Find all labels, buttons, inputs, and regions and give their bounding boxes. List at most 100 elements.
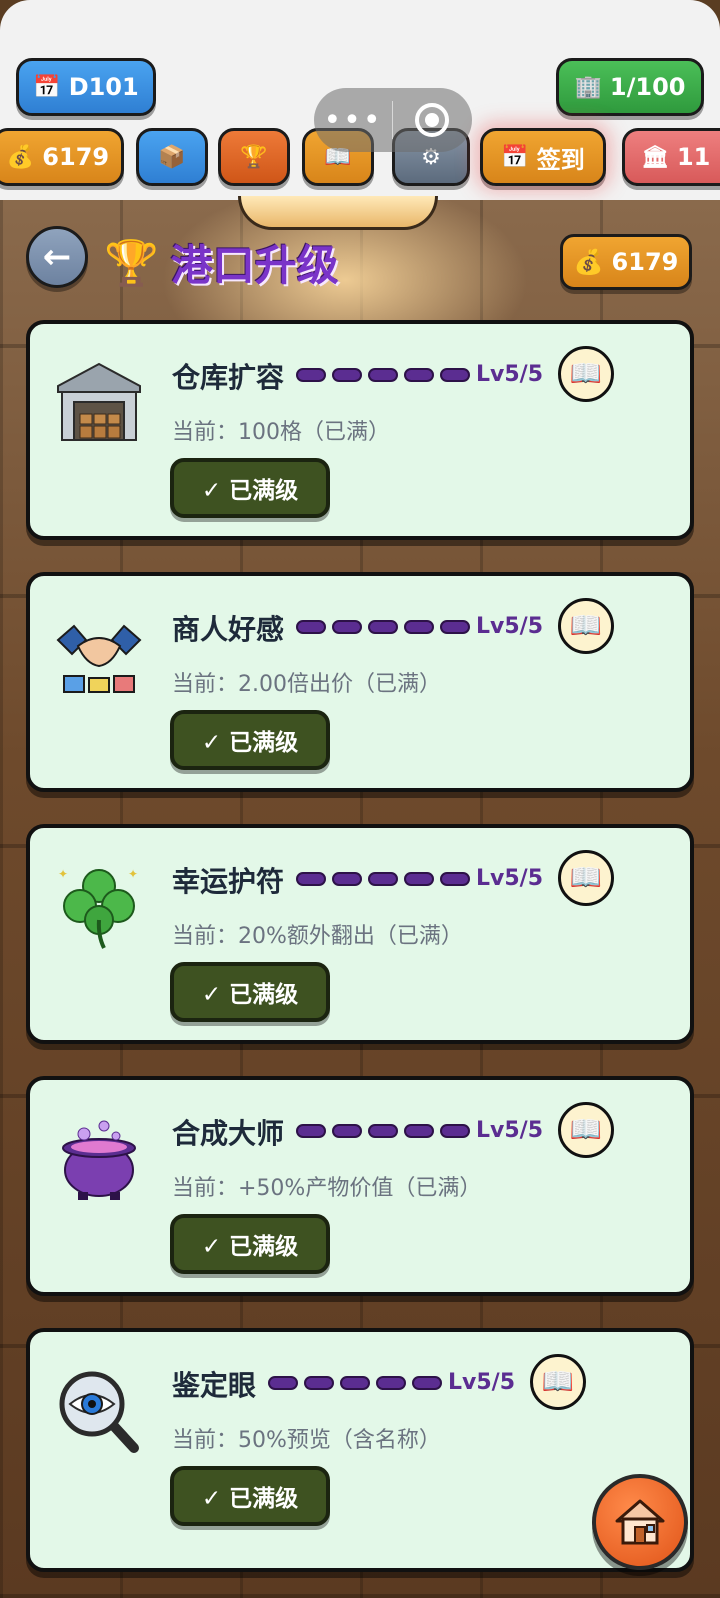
ceiling-lamp bbox=[238, 196, 438, 230]
level-pip bbox=[304, 1376, 334, 1390]
level-label: Lv5/5 bbox=[476, 614, 544, 639]
level-pip bbox=[296, 1124, 326, 1138]
warehouse-small-icon: 🏢 bbox=[574, 74, 602, 100]
upgrade-card-merchant: 商人好感 Lv5/5 📖 当前：2.00倍出价（已满） ✓ 已满级 bbox=[26, 572, 694, 792]
level-pip bbox=[440, 872, 470, 886]
level-pips bbox=[296, 1124, 470, 1138]
bank-label: 11 bbox=[676, 143, 711, 171]
level-pip bbox=[296, 368, 326, 382]
warehouse-icon bbox=[57, 362, 141, 441]
arrow-left-icon: ← bbox=[42, 237, 72, 277]
level-pip bbox=[340, 1376, 370, 1390]
max-level-button[interactable]: ✓ 已满级 bbox=[170, 1214, 330, 1274]
card-name: 鉴定眼 bbox=[172, 1369, 257, 1402]
checkin-button[interactable]: 📅 签到 bbox=[480, 128, 606, 186]
level-pips bbox=[296, 620, 470, 634]
level-pips bbox=[296, 368, 470, 382]
cauldron-icon bbox=[62, 1120, 136, 1200]
info-button[interactable]: 📖 bbox=[558, 1102, 614, 1158]
page-title: 港口升级 bbox=[170, 241, 339, 290]
inventory-button[interactable]: 📦 bbox=[136, 128, 208, 186]
card-description: 当前：+50%产物价值（已满） bbox=[172, 1176, 482, 1201]
info-button[interactable]: 📖 bbox=[558, 346, 614, 402]
book-icon: 📖 bbox=[569, 1115, 603, 1145]
card-description: 当前：100格（已满） bbox=[172, 420, 390, 445]
top-hud: 📅 D101 🏢 1/100 💰 6179 📦 🏆 📖 ⚙ 📅 签到 🏛 11 … bbox=[0, 0, 720, 200]
house-icon bbox=[615, 1499, 665, 1545]
day-counter: 📅 D101 bbox=[16, 58, 156, 116]
svg-text:✦: ✦ bbox=[58, 867, 68, 881]
level-pip bbox=[412, 1376, 442, 1390]
svg-text:✦: ✦ bbox=[128, 867, 138, 881]
upgrade-card-crafting: 合成大师 Lv5/5 📖 当前：+50%产物价值（已满） ✓ 已满级 bbox=[26, 1076, 694, 1296]
level-pip bbox=[404, 620, 434, 634]
upgrade-card-luck: ✦ ✦ 幸运护符 Lv5/5 📖 当前：20%额外翻出（已满） ✓ 已满级 bbox=[26, 824, 694, 1044]
card-description: 当前：50%预览（含名称） bbox=[172, 1428, 441, 1453]
more-menu-button[interactable]: ••• bbox=[314, 88, 392, 152]
level-label: Lv5/5 bbox=[476, 866, 544, 891]
card-name: 仓库扩容 bbox=[172, 361, 285, 394]
level-pip bbox=[376, 1376, 406, 1390]
level-pips bbox=[296, 872, 470, 886]
coin-balance-value: 6179 bbox=[611, 248, 679, 276]
level-pip bbox=[332, 1124, 362, 1138]
card-name: 商人好感 bbox=[172, 613, 285, 646]
book-icon: 📖 bbox=[569, 359, 603, 389]
target-circle-icon bbox=[415, 103, 449, 137]
calendar-icon: 📅 bbox=[501, 144, 529, 170]
max-level-button[interactable]: ✓ 已满级 bbox=[170, 458, 330, 518]
book-icon: 📖 bbox=[541, 1367, 575, 1397]
level-pip bbox=[268, 1376, 298, 1390]
home-button[interactable] bbox=[592, 1474, 688, 1570]
max-level-button[interactable]: ✓ 已满级 bbox=[170, 1466, 330, 1526]
level-pip bbox=[368, 368, 398, 382]
back-button[interactable]: ← bbox=[26, 226, 88, 288]
coin-balance: 💰 6179 bbox=[560, 234, 692, 290]
magnifier-eye-icon bbox=[59, 1371, 139, 1453]
capacity-counter: 🏢 1/100 bbox=[556, 58, 704, 116]
level-pip bbox=[332, 368, 362, 382]
card-name: 幸运护符 bbox=[172, 865, 285, 898]
close-miniprogram-button[interactable] bbox=[393, 88, 471, 152]
clover-icon: ✦ ✦ bbox=[58, 867, 138, 949]
trophy-icon: 🏆 bbox=[104, 237, 159, 289]
card-description: 当前：2.00倍出价（已满） bbox=[172, 672, 441, 697]
miniprogram-capsule: ••• bbox=[314, 88, 472, 152]
level-pip bbox=[296, 620, 326, 634]
level-pip bbox=[404, 872, 434, 886]
handshake-icon bbox=[56, 624, 142, 693]
level-pip bbox=[440, 1124, 470, 1138]
bank-button[interactable]: 🏛 11 bbox=[622, 128, 720, 186]
day-label: D101 bbox=[68, 73, 139, 101]
level-pip bbox=[404, 368, 434, 382]
max-level-button[interactable]: ✓ 已满级 bbox=[170, 962, 330, 1022]
card-description: 当前：20%额外翻出（已满） bbox=[172, 924, 463, 949]
level-pip bbox=[440, 368, 470, 382]
capacity-label: 1/100 bbox=[609, 73, 686, 101]
level-pip bbox=[440, 620, 470, 634]
checkin-label: 签到 bbox=[536, 145, 585, 174]
achievements-button[interactable]: 🏆 bbox=[218, 128, 290, 186]
book-icon: 📖 bbox=[569, 611, 603, 641]
info-button[interactable]: 📖 bbox=[558, 850, 614, 906]
level-pip bbox=[368, 872, 398, 886]
level-pips bbox=[268, 1376, 442, 1390]
level-pip bbox=[368, 620, 398, 634]
max-level-button[interactable]: ✓ 已满级 bbox=[170, 710, 330, 770]
level-pip bbox=[332, 620, 362, 634]
money-bag-icon: 💰 bbox=[6, 144, 35, 170]
level-label: Lv5/5 bbox=[476, 362, 544, 387]
card-name: 合成大师 bbox=[172, 1117, 285, 1150]
level-pip bbox=[296, 872, 326, 886]
title-row: 🏆 港口升级 bbox=[104, 232, 339, 293]
money-bag-icon: 💰 bbox=[573, 248, 604, 276]
box-icon: 📦 bbox=[158, 144, 186, 170]
info-button[interactable]: 📖 bbox=[558, 598, 614, 654]
trophy-icon: 🏆 bbox=[240, 144, 268, 170]
level-pip bbox=[404, 1124, 434, 1138]
info-button[interactable]: 📖 bbox=[530, 1354, 586, 1410]
level-label: Lv5/5 bbox=[476, 1118, 544, 1143]
bank-icon: 🏛 bbox=[641, 144, 669, 170]
level-label: Lv5/5 bbox=[448, 1370, 516, 1395]
level-pip bbox=[332, 872, 362, 886]
